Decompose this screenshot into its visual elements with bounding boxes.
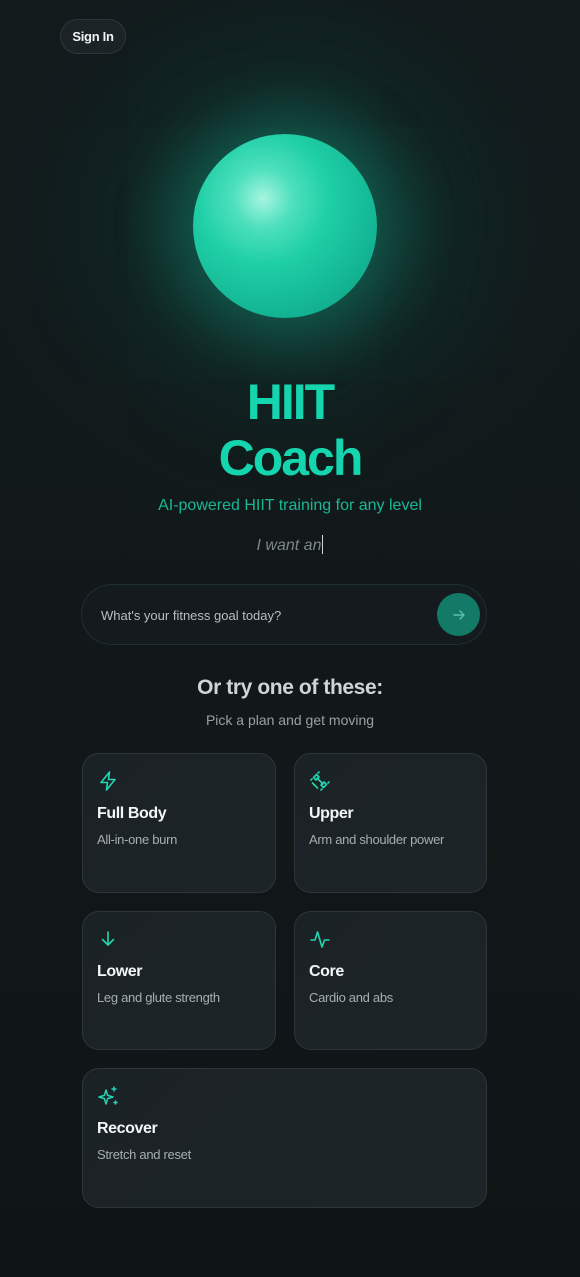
arrow-right-icon [452, 609, 465, 620]
typing-text: I want an [256, 537, 322, 554]
goal-input[interactable] [99, 584, 423, 647]
plan-card-title: Core [309, 963, 344, 980]
app-title-line2: Coach [218, 430, 364, 486]
glowing-orb [193, 134, 377, 318]
plan-card-full-body[interactable]: Full Body All-in-one burn [82, 753, 276, 893]
plan-card-recover[interactable]: Recover Stretch and reset [82, 1068, 487, 1208]
plan-card-description: Leg and glute strength [97, 990, 220, 1005]
arrow-down-icon [101, 931, 115, 946]
lightning-icon [100, 771, 116, 791]
page: Sign In HIIT Coach AI-powered HIIT train… [0, 0, 580, 1277]
plan-card-title: Full Body [97, 805, 167, 822]
sign-in-button[interactable]: Sign In [60, 19, 126, 54]
plan-card-description: All-in-one burn [97, 832, 178, 847]
plan-card-upper[interactable]: Upper Arm and shoulder power [294, 753, 487, 893]
goal-input-container [81, 584, 487, 647]
plan-card-title: Lower [97, 963, 143, 980]
dumbbell-icon [310, 771, 330, 791]
plan-card-description: Cardio and abs [309, 990, 393, 1005]
send-button[interactable] [437, 593, 480, 636]
plan-card-lower[interactable]: Lower Leg and glute strength [82, 911, 276, 1050]
suggestions-title: Or try one of these: [197, 676, 383, 699]
plan-card-title: Recover [97, 1120, 158, 1137]
typing-caret [322, 535, 324, 554]
typing-prompt: I want an [0, 535, 580, 555]
plan-card-description: Stretch and reset [97, 1147, 191, 1162]
plan-card-description: Arm and shoulder power [309, 832, 445, 847]
app-title-line1: HIIT [246, 374, 335, 430]
plan-card-core[interactable]: Core Cardio and abs [294, 911, 487, 1050]
sparkles-icon [98, 1086, 118, 1105]
suggestions-subtitle: Pick a plan and get moving [205, 712, 375, 728]
plan-card-title: Upper [309, 805, 354, 822]
app-subtitle: AI-powered HIIT training for any level [158, 497, 422, 514]
pulse-icon [310, 931, 330, 948]
